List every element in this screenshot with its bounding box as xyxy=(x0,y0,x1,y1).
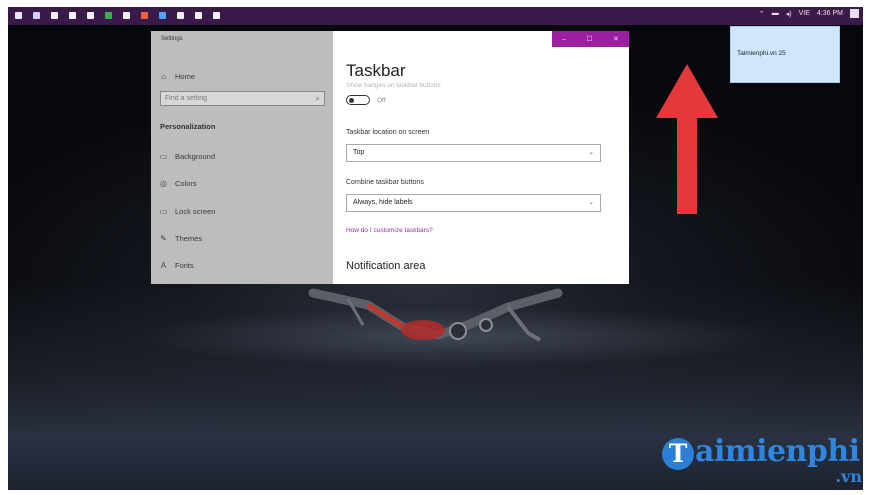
location-value: Top xyxy=(353,149,365,156)
photos-icon-glyph xyxy=(87,12,94,19)
palette-icon: ◎ xyxy=(160,179,167,188)
page-title: Taskbar xyxy=(346,61,406,80)
robot-wallpaper-illustration xyxy=(308,288,563,342)
folder-icon-glyph xyxy=(51,12,58,19)
gear-icon-glyph xyxy=(213,12,220,19)
logo-initial: T xyxy=(662,438,694,470)
store-icon-glyph xyxy=(69,12,76,19)
window-title: Settings xyxy=(161,36,183,42)
nav-home-label: Home xyxy=(175,72,196,81)
maximize-icon[interactable]: ☐ xyxy=(586,35,592,43)
sidebar-item-label: Themes xyxy=(175,234,203,243)
chevron-down-icon: ⌄ xyxy=(588,149,594,156)
sidebar-item-background[interactable]: ▭ Background xyxy=(159,152,215,161)
taskbar-location-select[interactable]: Top ⌄ xyxy=(346,144,601,162)
chrome-icon[interactable] xyxy=(138,9,151,22)
terminal-icon-glyph xyxy=(123,12,130,19)
toggle-state-label: Off xyxy=(377,97,386,104)
start-icon[interactable] xyxy=(12,9,25,22)
sidebar-item-label: Lock screen xyxy=(175,207,216,216)
background-icon: ▭ xyxy=(159,152,168,161)
sidebar-item-lock-screen[interactable]: ▭ Lock screen xyxy=(159,207,216,216)
app-icon-3-glyph xyxy=(177,12,184,19)
window-titlebar-controls: – ☐ ✕ xyxy=(552,31,629,47)
taimienphi-logo: T aimienphi .vn xyxy=(662,434,862,490)
terminal-icon[interactable] xyxy=(120,9,133,22)
app-icon-4-glyph xyxy=(195,12,202,19)
notification-toast[interactable]: Taimienphi.vn 25 xyxy=(730,26,840,83)
volume-icon[interactable]: ◂) xyxy=(786,10,792,18)
store-icon[interactable] xyxy=(66,9,79,22)
app-icon-3[interactable] xyxy=(174,9,187,22)
lock-screen-icon: ▭ xyxy=(159,207,168,216)
chevron-up-icon[interactable]: ⌃ xyxy=(759,10,765,18)
notification-area-heading: Notification area xyxy=(346,260,426,272)
network-icon[interactable]: ▬ xyxy=(772,10,779,17)
notifications-icon[interactable] xyxy=(850,9,859,18)
folder-icon[interactable] xyxy=(48,9,61,22)
app-icon-4[interactable] xyxy=(192,9,205,22)
app-icon-glyph xyxy=(105,12,112,19)
nav-home[interactable]: ⌂ Home xyxy=(159,72,195,81)
close-icon[interactable]: ✕ xyxy=(613,35,619,43)
start-icon-glyph xyxy=(15,12,22,19)
sidebar-item-fonts[interactable]: A Fonts xyxy=(159,261,194,270)
desktop: ⌃ ▬ ◂) VIE 4:36 PM Taimienphi.vn 25 Sett… xyxy=(8,7,863,490)
toggle-knob xyxy=(349,97,354,103)
notification-text: Taimienphi.vn 25 xyxy=(737,50,786,57)
settings-nav-pane: Settings ⌂ Home Find a setting ⌕ Persona… xyxy=(151,31,333,284)
fonts-icon: A xyxy=(160,261,167,270)
minimize-icon[interactable]: – xyxy=(562,36,566,43)
home-icon: ⌂ xyxy=(161,72,166,81)
taskbar: ⌃ ▬ ◂) VIE 4:36 PM xyxy=(8,7,863,25)
combine-buttons-select[interactable]: Always, hide labels ⌄ xyxy=(346,194,601,212)
system-tray: ⌃ ▬ ◂) VIE 4:36 PM xyxy=(759,9,859,18)
logo-suffix: .vn xyxy=(835,467,863,486)
sidebar-item-label: Colors xyxy=(175,179,197,188)
settings-content-pane: – ☐ ✕ Taskbar Show badges on taskbar but… xyxy=(333,31,629,284)
search-placeholder: Find a setting xyxy=(165,95,208,102)
sidebar-item-label: Background xyxy=(175,152,216,161)
chrome-icon-glyph xyxy=(141,12,148,19)
sidebar-item-colors[interactable]: ◎ Colors xyxy=(159,179,197,188)
search-input[interactable]: Find a setting ⌕ xyxy=(160,91,325,106)
app-icon[interactable] xyxy=(102,9,115,22)
task-view-icon-glyph xyxy=(33,12,40,19)
nav-section-title: Personalization xyxy=(160,122,216,131)
settings-window: Settings ⌂ Home Find a setting ⌕ Persona… xyxy=(151,31,629,284)
themes-icon: ✎ xyxy=(160,234,167,243)
badges-label: Show badges on taskbar buttons xyxy=(346,82,441,89)
app-icon-2[interactable] xyxy=(156,9,169,22)
taskbar-apps xyxy=(12,9,223,22)
search-icon: ⌕ xyxy=(315,94,320,103)
language-indicator[interactable]: VIE xyxy=(799,10,810,17)
arrow-up-annotation-icon xyxy=(656,64,718,214)
combine-value: Always, hide labels xyxy=(353,199,413,206)
chevron-down-icon: ⌄ xyxy=(588,199,594,206)
help-link[interactable]: How do I customize taskbars? xyxy=(346,227,433,234)
photos-icon[interactable] xyxy=(84,9,97,22)
task-view-icon[interactable] xyxy=(30,9,43,22)
sidebar-item-label: Fonts xyxy=(175,261,194,270)
sidebar-item-themes[interactable]: ✎ Themes xyxy=(159,234,202,243)
combine-label: Combine taskbar buttons xyxy=(346,179,424,186)
badges-toggle[interactable] xyxy=(346,95,370,105)
gear-icon[interactable] xyxy=(210,9,223,22)
clock[interactable]: 4:36 PM xyxy=(817,10,843,17)
location-label: Taskbar location on screen xyxy=(346,129,430,136)
app-icon-2-glyph xyxy=(159,12,166,19)
logo-brand: aimienphi xyxy=(695,434,860,469)
